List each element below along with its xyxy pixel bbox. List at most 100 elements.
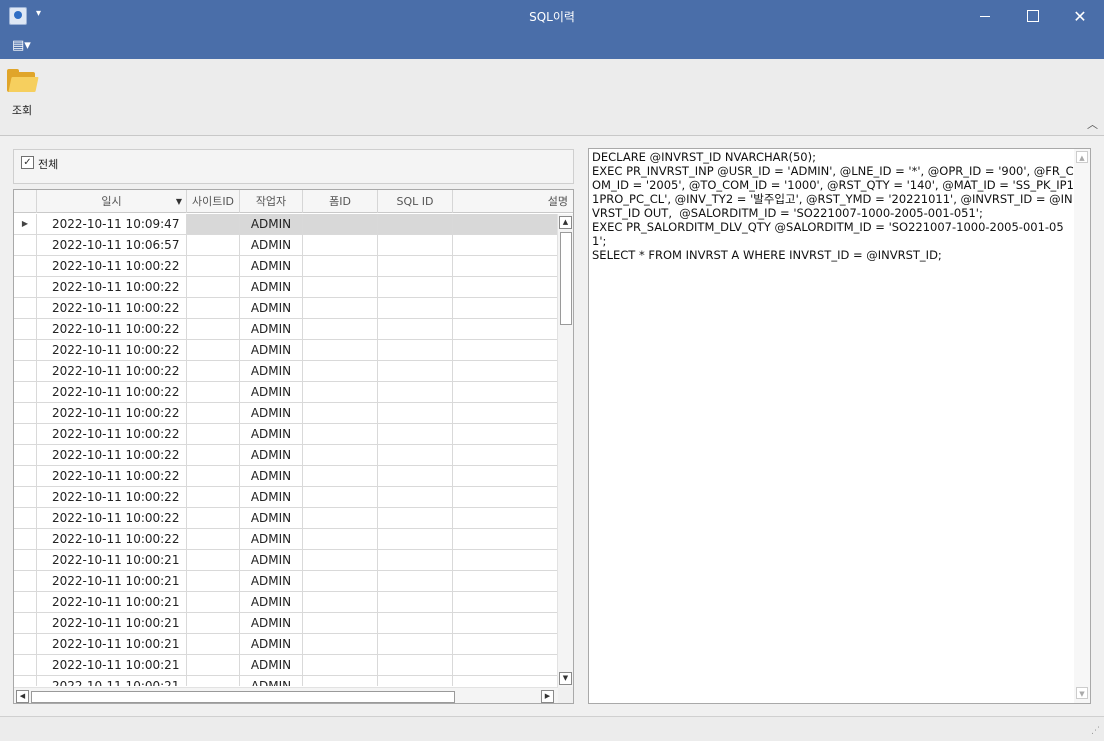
- cell-description[interactable]: [453, 655, 558, 675]
- table-row[interactable]: ▶ 2022-10-11 10:09:47 ADMIN: [14, 214, 558, 235]
- cell-description[interactable]: [453, 256, 558, 276]
- maximize-button[interactable]: [1009, 0, 1055, 33]
- cell-description[interactable]: [453, 508, 558, 528]
- cell-datetime[interactable]: 2022-10-11 10:06:57: [37, 235, 187, 255]
- cell-description[interactable]: [453, 277, 558, 297]
- cell-datetime[interactable]: 2022-10-11 10:00:22: [37, 466, 187, 486]
- cell-datetime[interactable]: 2022-10-11 10:09:47: [37, 214, 187, 234]
- scroll-up-icon[interactable]: ▲: [559, 216, 572, 229]
- cell-description[interactable]: [453, 214, 558, 234]
- cell-description[interactable]: [453, 466, 558, 486]
- cell-sql-id[interactable]: [378, 487, 453, 507]
- column-header-form-id[interactable]: 폼ID: [303, 190, 378, 213]
- cell-user[interactable]: ADMIN: [240, 235, 303, 255]
- table-row[interactable]: 2022-10-11 10:00:22 ADMIN: [14, 529, 558, 550]
- cell-form-id[interactable]: [303, 214, 378, 234]
- sql-scroll-up-icon[interactable]: ▲: [1076, 151, 1088, 163]
- cell-sql-id[interactable]: [378, 340, 453, 360]
- cell-description[interactable]: [453, 361, 558, 381]
- row-indicator[interactable]: [14, 235, 37, 255]
- column-header-description[interactable]: 설명: [453, 190, 573, 213]
- minimize-button[interactable]: [962, 0, 1008, 33]
- scroll-thumb[interactable]: [560, 232, 572, 325]
- cell-site-id[interactable]: [187, 277, 240, 297]
- menu-icon[interactable]: ▤▾: [12, 38, 31, 53]
- sql-text[interactable]: DECLARE @INVRST_ID NVARCHAR(50); EXEC PR…: [592, 150, 1074, 262]
- cell-site-id[interactable]: [187, 340, 240, 360]
- cell-datetime[interactable]: 2022-10-11 10:00:22: [37, 445, 187, 465]
- cell-site-id[interactable]: [187, 403, 240, 423]
- cell-description[interactable]: [453, 676, 558, 686]
- cell-form-id[interactable]: [303, 256, 378, 276]
- cell-form-id[interactable]: [303, 403, 378, 423]
- row-indicator[interactable]: [14, 403, 37, 423]
- cell-sql-id[interactable]: [378, 256, 453, 276]
- cell-site-id[interactable]: [187, 634, 240, 654]
- cell-user[interactable]: ADMIN: [240, 319, 303, 339]
- cell-form-id[interactable]: [303, 613, 378, 633]
- cell-description[interactable]: [453, 403, 558, 423]
- table-row[interactable]: 2022-10-11 10:00:22 ADMIN: [14, 298, 558, 319]
- cell-form-id[interactable]: [303, 529, 378, 549]
- row-indicator[interactable]: [14, 382, 37, 402]
- cell-form-id[interactable]: [303, 634, 378, 654]
- cell-datetime[interactable]: 2022-10-11 10:00:22: [37, 361, 187, 381]
- cell-form-id[interactable]: [303, 508, 378, 528]
- ribbon-collapse-icon[interactable]: ︿: [1087, 116, 1098, 132]
- cell-sql-id[interactable]: [378, 613, 453, 633]
- cell-site-id[interactable]: [187, 319, 240, 339]
- cell-description[interactable]: [453, 235, 558, 255]
- cell-datetime[interactable]: 2022-10-11 10:00:22: [37, 298, 187, 318]
- cell-user[interactable]: ADMIN: [240, 445, 303, 465]
- cell-sql-id[interactable]: [378, 277, 453, 297]
- cell-site-id[interactable]: [187, 529, 240, 549]
- cell-sql-id[interactable]: [378, 529, 453, 549]
- cell-user[interactable]: ADMIN: [240, 487, 303, 507]
- row-indicator[interactable]: [14, 655, 37, 675]
- cell-site-id[interactable]: [187, 613, 240, 633]
- cell-sql-id[interactable]: [378, 403, 453, 423]
- cell-form-id[interactable]: [303, 571, 378, 591]
- cell-description[interactable]: [453, 340, 558, 360]
- cell-sql-id[interactable]: [378, 424, 453, 444]
- table-row[interactable]: 2022-10-11 10:00:22 ADMIN: [14, 466, 558, 487]
- table-row[interactable]: 2022-10-11 10:00:22 ADMIN: [14, 424, 558, 445]
- cell-site-id[interactable]: [187, 508, 240, 528]
- cell-sql-id[interactable]: [378, 550, 453, 570]
- cell-datetime[interactable]: 2022-10-11 10:00:21: [37, 655, 187, 675]
- cell-form-id[interactable]: [303, 592, 378, 612]
- cell-site-id[interactable]: [187, 382, 240, 402]
- cell-description[interactable]: [453, 529, 558, 549]
- row-indicator[interactable]: [14, 361, 37, 381]
- cell-form-id[interactable]: [303, 655, 378, 675]
- cell-user[interactable]: ADMIN: [240, 592, 303, 612]
- row-indicator[interactable]: [14, 613, 37, 633]
- cell-user[interactable]: ADMIN: [240, 571, 303, 591]
- column-header-site-id[interactable]: 사이트ID: [187, 190, 240, 213]
- cell-datetime[interactable]: 2022-10-11 10:00:22: [37, 529, 187, 549]
- table-row[interactable]: 2022-10-11 10:00:22 ADMIN: [14, 508, 558, 529]
- row-indicator[interactable]: [14, 487, 37, 507]
- cell-site-id[interactable]: [187, 571, 240, 591]
- cell-sql-id[interactable]: [378, 634, 453, 654]
- cell-description[interactable]: [453, 592, 558, 612]
- table-row[interactable]: 2022-10-11 10:00:21 ADMIN: [14, 613, 558, 634]
- table-row[interactable]: 2022-10-11 10:00:21 ADMIN: [14, 634, 558, 655]
- cell-description[interactable]: [453, 445, 558, 465]
- cell-site-id[interactable]: [187, 592, 240, 612]
- cell-user[interactable]: ADMIN: [240, 529, 303, 549]
- row-indicator[interactable]: [14, 592, 37, 612]
- cell-form-id[interactable]: [303, 550, 378, 570]
- row-indicator[interactable]: [14, 550, 37, 570]
- cell-description[interactable]: [453, 298, 558, 318]
- table-row[interactable]: 2022-10-11 10:00:21 ADMIN: [14, 676, 558, 686]
- cell-datetime[interactable]: 2022-10-11 10:00:22: [37, 424, 187, 444]
- cell-user[interactable]: ADMIN: [240, 256, 303, 276]
- row-indicator[interactable]: [14, 277, 37, 297]
- table-row[interactable]: 2022-10-11 10:00:22 ADMIN: [14, 277, 558, 298]
- cell-form-id[interactable]: [303, 298, 378, 318]
- cell-datetime[interactable]: 2022-10-11 10:00:21: [37, 613, 187, 633]
- scroll-left-icon[interactable]: ◀: [16, 690, 29, 703]
- sql-scroll-down-icon[interactable]: ▼: [1076, 687, 1088, 699]
- cell-description[interactable]: [453, 613, 558, 633]
